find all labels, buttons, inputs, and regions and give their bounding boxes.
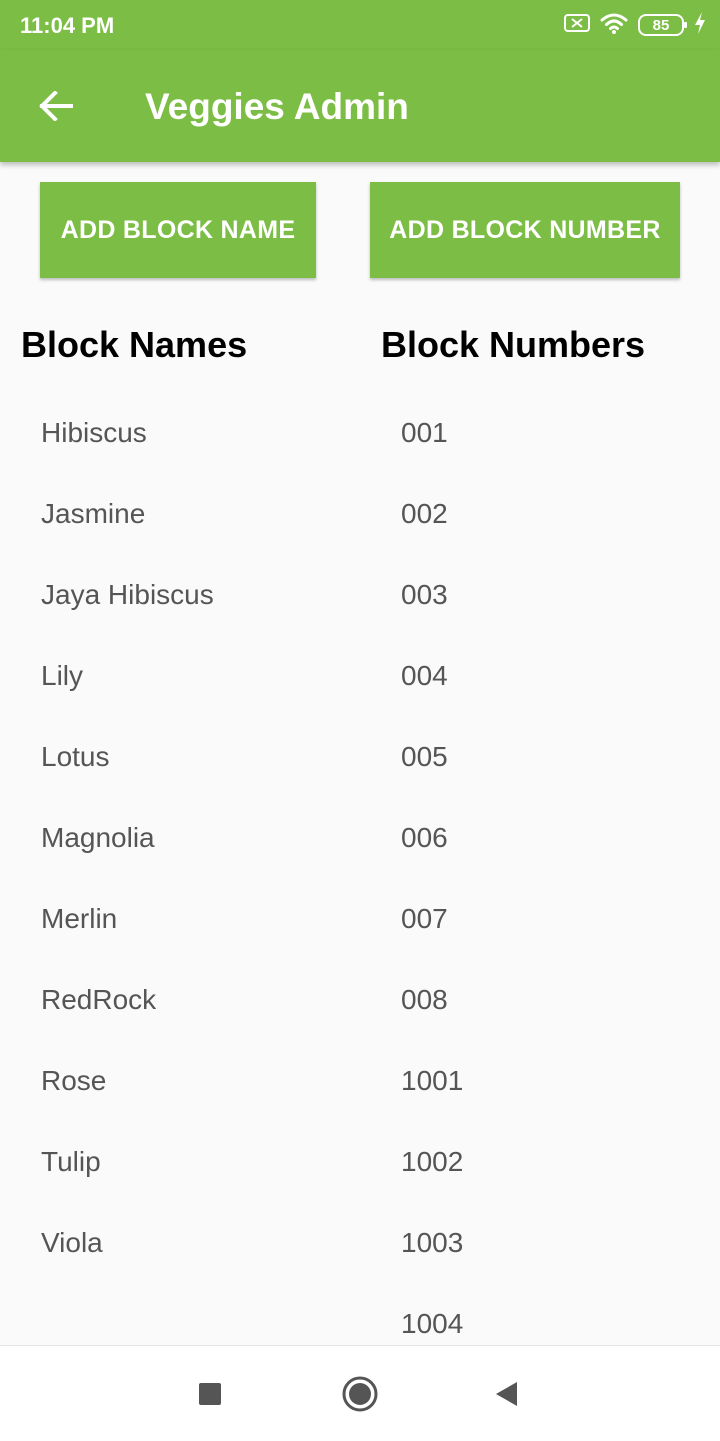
status-time: 11:04 PM <box>20 13 115 38</box>
recents-button[interactable] <box>188 1372 232 1416</box>
nav-back-button[interactable] <box>484 1372 528 1416</box>
arrow-back-icon <box>39 91 73 121</box>
block-number-item[interactable]: 007 <box>401 878 463 959</box>
add-block-name-button[interactable]: ADD BLOCK NAME <box>40 182 316 278</box>
block-numbers-list[interactable]: 001 002 003 004 005 006 007 008 1001 100… <box>401 392 463 1345</box>
block-name-item[interactable]: Lily <box>41 635 214 716</box>
wifi-icon <box>600 12 628 39</box>
block-number-item[interactable]: 1004 <box>401 1283 463 1345</box>
block-names-heading: Block Names <box>21 324 248 365</box>
block-number-item[interactable]: 002 <box>401 473 463 554</box>
block-name-item[interactable]: Viola <box>41 1202 214 1283</box>
block-numbers-heading: Block Numbers <box>381 324 646 365</box>
app-bar: Veggies Admin <box>0 50 720 162</box>
recents-icon <box>199 1383 221 1405</box>
sim-off-icon <box>564 13 590 38</box>
block-name-item[interactable]: Tulip <box>41 1121 214 1202</box>
block-number-item[interactable]: 004 <box>401 635 463 716</box>
status-icons: 85 <box>564 11 706 39</box>
battery-level: 85 <box>652 16 670 34</box>
block-name-item[interactable]: Lotus <box>41 716 214 797</box>
home-icon <box>342 1376 378 1412</box>
block-number-item[interactable]: 001 <box>401 392 463 473</box>
block-number-item[interactable]: 1002 <box>401 1121 463 1202</box>
block-number-item[interactable]: 006 <box>401 797 463 878</box>
back-icon <box>496 1382 517 1406</box>
block-name-item[interactable]: Hibiscus <box>41 392 214 473</box>
navigation-bar <box>0 1345 720 1441</box>
block-number-item[interactable]: 1003 <box>401 1202 463 1283</box>
back-button[interactable] <box>30 80 82 132</box>
block-name-item[interactable]: Jaya Hibiscus <box>41 554 214 635</box>
add-block-number-button[interactable]: ADD BLOCK NUMBER <box>370 182 680 278</box>
block-name-item[interactable]: Jasmine <box>41 473 214 554</box>
block-name-item[interactable]: Merlin <box>41 878 214 959</box>
battery-icon: 85 <box>638 14 687 36</box>
page-title: Veggies Admin <box>145 86 409 127</box>
block-number-item[interactable]: 1001 <box>401 1040 463 1121</box>
block-number-item[interactable]: 008 <box>401 959 463 1040</box>
block-number-item[interactable]: 003 <box>401 554 463 635</box>
charging-icon <box>694 11 706 39</box>
block-names-list: Hibiscus Jasmine Jaya Hibiscus Lily Lotu… <box>41 392 214 1283</box>
block-name-item[interactable]: Magnolia <box>41 797 214 878</box>
status-bar: 11:04 PM 85 <box>0 0 720 50</box>
block-name-item[interactable]: RedRock <box>41 959 214 1040</box>
block-number-item[interactable]: 005 <box>401 716 463 797</box>
home-button[interactable] <box>338 1372 382 1416</box>
block-name-item[interactable]: Rose <box>41 1040 214 1121</box>
